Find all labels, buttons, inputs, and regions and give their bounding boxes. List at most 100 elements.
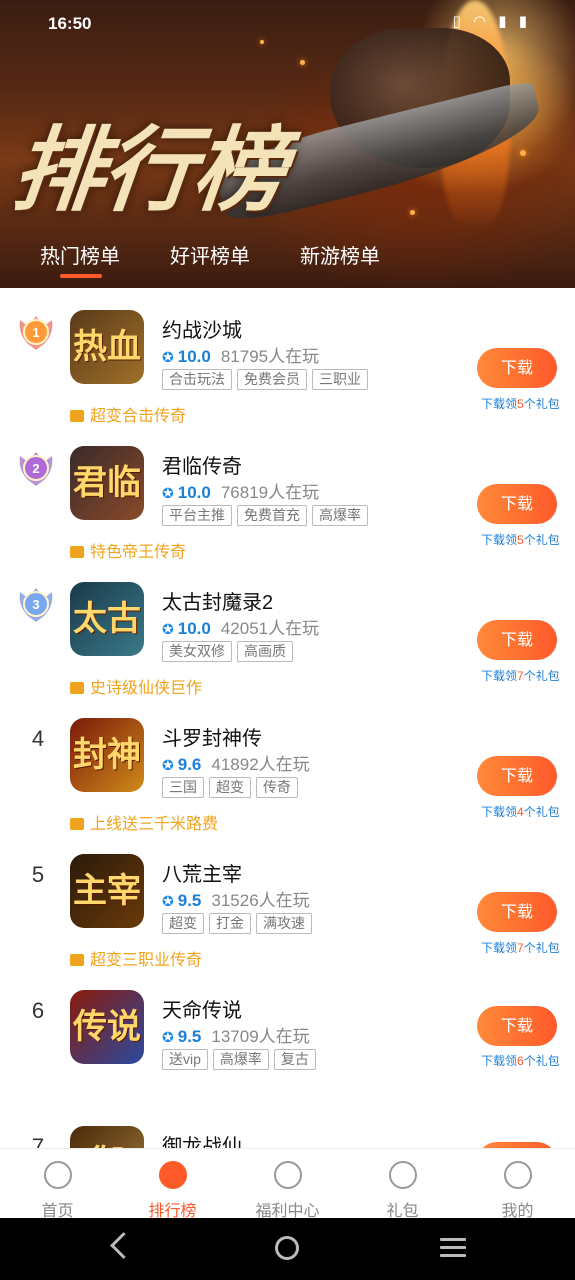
rank-number: 5 bbox=[31, 862, 45, 887]
page-title: 排行榜 bbox=[7, 116, 289, 224]
gift-note-suffix: 个礼包 bbox=[523, 805, 560, 819]
profile-icon bbox=[504, 1161, 532, 1189]
nav-item-crown[interactable]: 排行榜 bbox=[115, 1149, 230, 1220]
game-tag: 传奇 bbox=[256, 777, 298, 798]
game-icon[interactable]: 热血 bbox=[70, 310, 144, 384]
game-row[interactable]: 2 君临 君临传奇 ✪ 10.0 76819人在玩 平台主推 免费首充 高爆率 特色帝王… bbox=[0, 424, 575, 562]
player-count: 13709人在玩 bbox=[211, 1027, 310, 1046]
thumbs-up-icon bbox=[70, 818, 84, 830]
game-row[interactable]: 5 主宰 八荒主宰 ✪ 9.5 31526人在玩 超变 打金 满攻速 超变三职业传奇 下… bbox=[0, 832, 575, 970]
game-name[interactable]: 君临传奇 bbox=[162, 450, 242, 479]
ember bbox=[410, 210, 415, 215]
game-score-line: ✪ 10.0 42051人在玩 bbox=[162, 614, 319, 639]
gift-note: 下载领7个礼包 bbox=[481, 939, 560, 956]
gift-note-suffix: 个礼包 bbox=[523, 941, 560, 955]
game-icon-text: 热血 bbox=[73, 327, 141, 367]
download-button[interactable]: 下载 bbox=[477, 620, 557, 660]
download-button[interactable]: 下载 bbox=[477, 756, 557, 796]
game-score: 9.5 bbox=[177, 891, 202, 910]
gift-count: 7 bbox=[517, 941, 524, 955]
download-button[interactable]: 下载 bbox=[477, 348, 557, 388]
nav-item-gift[interactable]: 福利中心 bbox=[230, 1149, 345, 1220]
thumbs-up-icon bbox=[70, 682, 84, 694]
rating-icon: ✪ bbox=[162, 349, 174, 365]
player-count: 41892人在玩 bbox=[211, 755, 310, 774]
game-row[interactable]: 6 传说 天命传说 ✪ 9.5 13709人在玩 送vip 高爆率 复古 下载 下载领6… bbox=[0, 968, 575, 1104]
game-tag: 平台主推 bbox=[162, 505, 232, 526]
game-name[interactable]: 八荒主宰 bbox=[162, 858, 242, 887]
game-promo: 上线送三千米路费 bbox=[70, 810, 218, 834]
back-icon[interactable] bbox=[110, 1232, 137, 1259]
download-button[interactable]: 下载 bbox=[477, 892, 557, 932]
game-score: 9.5 bbox=[177, 1027, 202, 1046]
tab-active-indicator bbox=[60, 274, 102, 278]
game-promo: 超变三职业传奇 bbox=[70, 946, 202, 970]
game-icon[interactable]: 主宰 bbox=[70, 854, 144, 928]
game-icon[interactable]: 封神 bbox=[70, 718, 144, 792]
thumbs-up-icon bbox=[70, 546, 84, 558]
download-button[interactable]: 下载 bbox=[477, 1006, 557, 1046]
game-icon[interactable]: 君临 bbox=[70, 446, 144, 520]
game-name[interactable]: 御龙战仙 bbox=[162, 1130, 242, 1148]
player-count: 31526人在玩 bbox=[211, 891, 310, 910]
game-icon[interactable]: 御 bbox=[70, 1126, 144, 1148]
rating-icon: ✪ bbox=[162, 893, 174, 909]
game-score-line: ✪ 10.0 76819人在玩 bbox=[162, 478, 319, 503]
game-icon[interactable]: 传说 bbox=[70, 990, 144, 1064]
game-score: 10.0 bbox=[177, 619, 211, 638]
game-tag: 超变 bbox=[162, 913, 204, 934]
game-tags: 合击玩法 免费会员 三职业 bbox=[162, 369, 373, 390]
bottom-nav: 首页 排行榜 福利中心 礼包 我的 bbox=[0, 1148, 575, 1220]
game-row[interactable]: 7 御 御龙战仙 ✪9.57503人在玩 下载 bbox=[0, 1104, 575, 1148]
game-icon[interactable]: 太古 bbox=[70, 582, 144, 656]
game-tags: 送vip 高爆率 复古 bbox=[162, 1049, 321, 1070]
status-bar: 16:50 ▯ ◠ ▮ ▮ bbox=[0, 0, 575, 46]
gift-note: 下载领5个礼包 bbox=[481, 395, 560, 412]
tab-hot[interactable]: 热门榜单 bbox=[40, 240, 120, 269]
game-name[interactable]: 约战沙城 bbox=[162, 314, 242, 343]
rank-medal: 2 bbox=[12, 446, 60, 494]
game-tag: 合击玩法 bbox=[162, 369, 232, 390]
home-circle-icon[interactable] bbox=[275, 1236, 299, 1260]
game-score-line: ✪ 9.5 31526人在玩 bbox=[162, 886, 310, 911]
rank-number: 1 bbox=[32, 325, 39, 340]
game-row[interactable]: 1 热血 约战沙城 ✪ 10.0 81795人在玩 合击玩法 免费会员 三职业 超变合击… bbox=[0, 288, 575, 425]
tab-good-reviews[interactable]: 好评榜单 bbox=[170, 240, 250, 269]
game-promo: 特色帝王传奇 bbox=[70, 538, 186, 562]
game-row[interactable]: 4 封神 斗罗封神传 ✪ 9.6 41892人在玩 三国 超变 传奇 上线送三千米路费 … bbox=[0, 696, 575, 834]
tab-new-games[interactable]: 新游榜单 bbox=[300, 240, 380, 269]
nav-item-profile[interactable]: 我的 bbox=[460, 1149, 575, 1220]
game-icon-text: 封神 bbox=[73, 735, 141, 775]
player-count: 42051人在玩 bbox=[220, 619, 320, 638]
rank-number: 4 bbox=[31, 726, 45, 751]
gift-count: 5 bbox=[517, 533, 524, 547]
gift-note-suffix: 个礼包 bbox=[523, 533, 560, 547]
game-tag: 复古 bbox=[273, 1049, 316, 1070]
status-time: 16:50 bbox=[48, 14, 92, 33]
medal-icon: 2 bbox=[19, 452, 53, 486]
menu-icon[interactable] bbox=[440, 1238, 466, 1258]
battery-icon: ▮ bbox=[518, 13, 531, 30]
game-name[interactable]: 斗罗封神传 bbox=[162, 722, 262, 751]
game-row[interactable]: 3 太古 太古封魔录2 ✪ 10.0 42051人在玩 美女双修 高画质 史诗级仙侠巨… bbox=[0, 560, 575, 697]
game-tag: 三国 bbox=[162, 777, 204, 798]
game-name[interactable]: 太古封魔录2 bbox=[162, 586, 273, 615]
promo-text: 上线送三千米路费 bbox=[90, 816, 219, 833]
rank-number: 7 bbox=[31, 1134, 45, 1148]
thumbs-up-icon bbox=[70, 954, 84, 966]
promo-text: 超变合击传奇 bbox=[90, 408, 187, 425]
gift-note: 下载领5个礼包 bbox=[481, 531, 560, 548]
gift-note-prefix: 下载领 bbox=[481, 1054, 518, 1068]
promo-text: 特色帝王传奇 bbox=[90, 544, 187, 561]
game-score-line: ✪ 9.6 41892人在玩 bbox=[162, 750, 310, 775]
nav-item-package[interactable]: 礼包 bbox=[345, 1149, 460, 1220]
rank-number: 3 bbox=[32, 597, 39, 612]
nav-item-home[interactable]: 首页 bbox=[0, 1149, 115, 1220]
game-name[interactable]: 天命传说 bbox=[162, 994, 242, 1023]
gift-icon bbox=[274, 1161, 302, 1189]
rating-icon: ✪ bbox=[162, 485, 174, 501]
download-button[interactable]: 下载 bbox=[477, 484, 557, 524]
gift-count: 4 bbox=[517, 805, 524, 819]
game-icon-text: 太古 bbox=[73, 599, 141, 639]
rating-icon: ✪ bbox=[162, 1029, 174, 1045]
